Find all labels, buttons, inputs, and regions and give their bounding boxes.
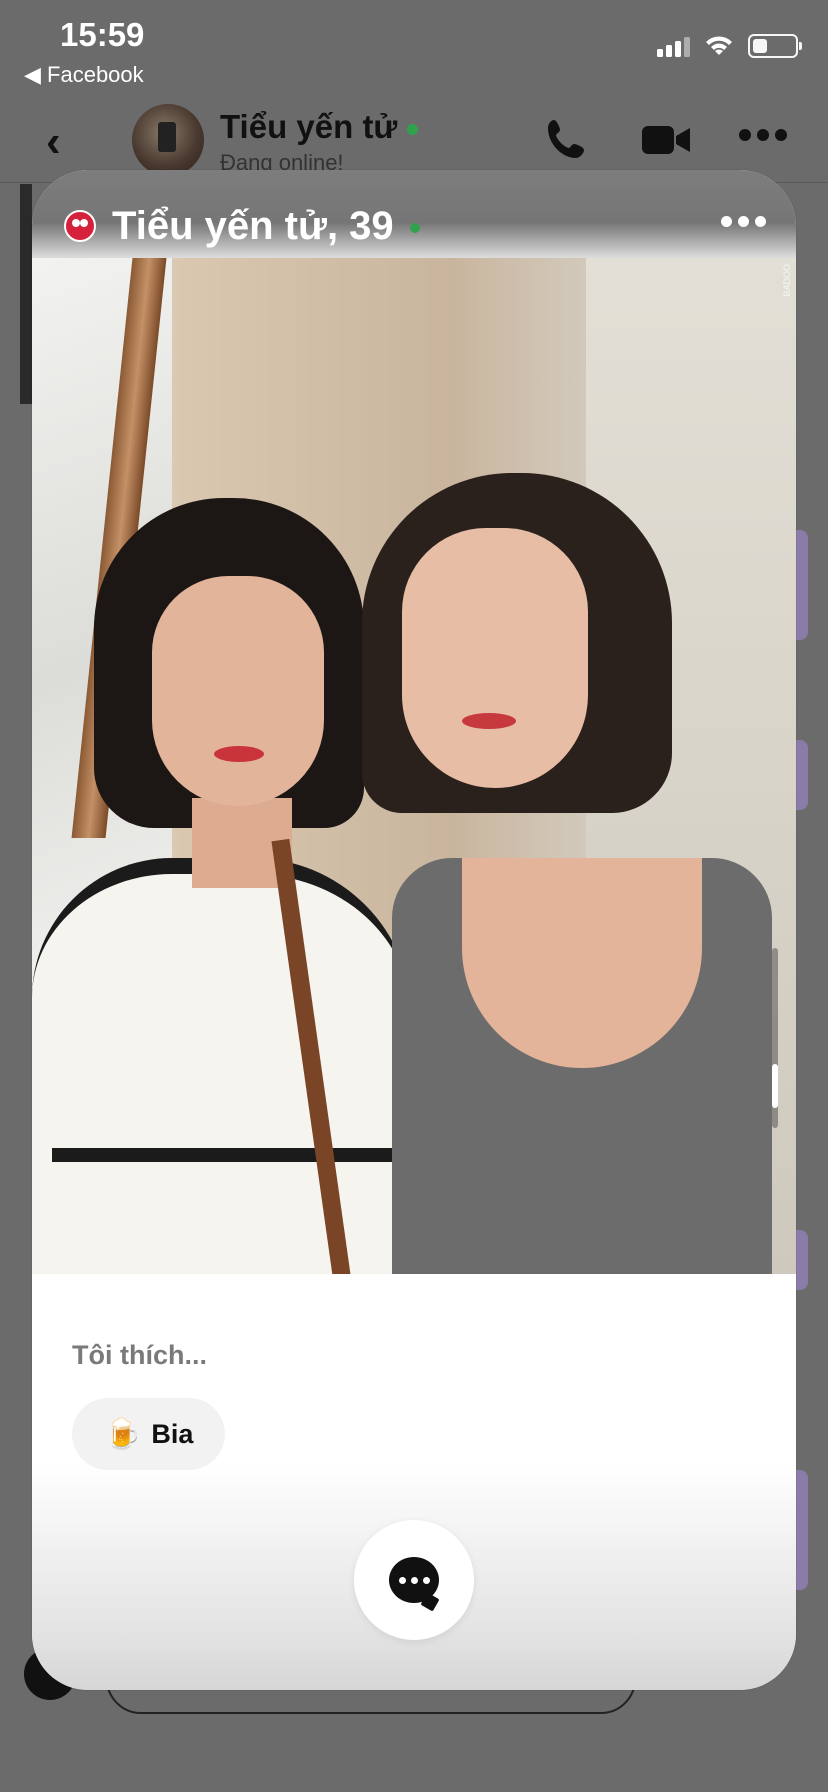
back-to-app-link[interactable]: ◀ Facebook (24, 62, 144, 88)
profile-card-header: Tiểu yến tử, 39 (32, 170, 796, 258)
online-indicator (409, 223, 420, 234)
status-icons (657, 34, 802, 58)
beer-icon: 🍺 (104, 1417, 142, 1451)
more-horizontal-icon[interactable] (738, 128, 788, 142)
photo-watermark: BADOO (782, 264, 792, 297)
chat-bubble-icon (389, 1557, 439, 1603)
profile-card: Tiểu yến tử, 39 BADOO Tôi thích... 🍺 Bia (32, 170, 796, 1690)
back-chevron-icon[interactable]: ‹ (46, 120, 61, 164)
profile-photo[interactable]: BADOO (32, 258, 796, 1274)
interest-chip-label: Bia (151, 1418, 194, 1449)
battery-icon (748, 34, 802, 58)
interest-chip: 🍺 Bia (72, 1398, 226, 1470)
profile-title: Tiểu yến tử, 39 (112, 204, 420, 249)
start-chat-button[interactable] (354, 1520, 474, 1640)
interests-label: Tôi thích... (72, 1340, 207, 1370)
chat-contact-name[interactable]: Tiểu yến tử (220, 108, 419, 146)
phone-icon[interactable] (542, 114, 592, 164)
status-time: 15:59 (60, 16, 145, 53)
more-options-icon[interactable] (721, 216, 766, 227)
signal-icon (657, 35, 690, 57)
photo-scroll-thumb[interactable] (772, 1064, 778, 1108)
video-camera-icon[interactable] (640, 114, 692, 164)
background-chat-image (20, 184, 32, 404)
wifi-icon (706, 36, 732, 55)
brand-icon (64, 210, 96, 242)
online-indicator (407, 123, 419, 135)
interests-section: Tôi thích... 🍺 Bia (32, 1274, 796, 1690)
avatar[interactable] (132, 104, 204, 176)
